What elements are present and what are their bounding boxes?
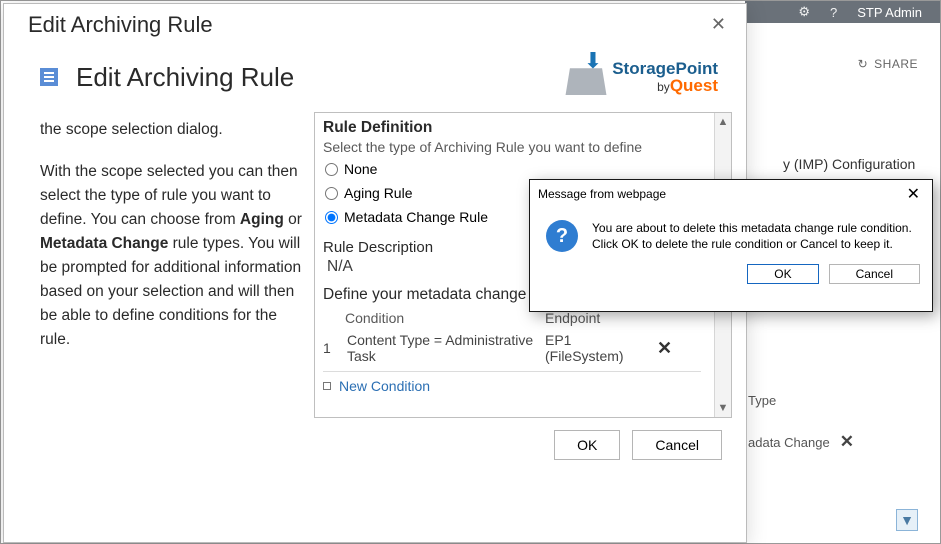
question-icon: ?: [546, 220, 578, 252]
cancel-button[interactable]: Cancel: [632, 430, 722, 460]
close-icon[interactable]: ✕: [840, 432, 854, 452]
msgbox-cancel-button[interactable]: Cancel: [829, 264, 920, 284]
radio-metadata-label: Metadata Change Rule: [344, 209, 488, 225]
msgbox-title: Message from webpage: [538, 187, 666, 201]
brand-company: Quest: [670, 76, 718, 95]
radio-none[interactable]: None: [325, 161, 701, 177]
document-icon: [40, 68, 58, 86]
square-icon: [323, 382, 331, 390]
new-condition-link[interactable]: New Condition: [339, 378, 430, 394]
condition-index: 1: [323, 332, 341, 356]
condition-row: 1 Content Type = Administrative Task EP1…: [323, 326, 701, 372]
background-rule-table: Type adata Change ✕: [748, 393, 854, 476]
ok-button[interactable]: OK: [554, 430, 620, 460]
brand-name: StoragePoint: [612, 60, 718, 77]
rule-definition-subtext: Select the type of Archiving Rule you wa…: [323, 139, 701, 155]
help-text-2: With the scope selected you can then sel…: [40, 160, 302, 352]
msgbox-ok-button[interactable]: OK: [747, 264, 818, 284]
dialog-title: Edit Archiving Rule: [28, 12, 213, 38]
condition-text: Content Type = Administrative Task: [347, 332, 539, 364]
share-link[interactable]: ↻ SHARE: [858, 57, 918, 71]
radio-aging-label: Aging Rule: [344, 185, 413, 201]
msgbox-text: You are about to delete this metadata ch…: [592, 220, 912, 252]
refresh-icon: ↻: [858, 57, 869, 71]
arrow-down-icon: ⬇: [584, 48, 602, 74]
app-topbar: ⚙ ? STP Admin: [745, 1, 940, 23]
dialog-close-button[interactable]: ✕: [705, 12, 732, 37]
brand-logo: ⬇ StoragePoint byQuest: [568, 60, 718, 94]
brand-by: by: [657, 80, 670, 94]
background-page-title: y (IMP) Configuration: [783, 156, 915, 172]
scroll-up-arrow-icon[interactable]: ▲: [715, 113, 731, 131]
bg-type-row: adata Change ✕: [748, 432, 854, 452]
share-label: SHARE: [874, 57, 918, 71]
confirm-delete-dialog: Message from webpage ✕ ? You are about t…: [529, 179, 933, 312]
radio-none-label: None: [344, 161, 377, 177]
remove-condition-button[interactable]: ✕: [651, 332, 678, 365]
user-label: STP Admin: [857, 5, 922, 20]
col-endpoint: Endpoint: [545, 310, 655, 326]
conditions-table: Condition Endpoint 1 Content Type = Admi…: [323, 310, 701, 394]
bg-type-header: Type: [748, 393, 854, 408]
msgbox-close-button[interactable]: ✕: [903, 184, 924, 204]
help-text-1: the scope selection dialog.: [40, 118, 302, 142]
scroll-down-arrow-icon[interactable]: ▼: [715, 399, 731, 417]
rule-definition-heading: Rule Definition: [323, 119, 701, 137]
new-condition-row: New Condition: [323, 378, 701, 394]
gear-icon[interactable]: ⚙: [798, 4, 810, 20]
condition-endpoint: EP1 (FileSystem): [545, 332, 645, 364]
radio-none-input[interactable]: [325, 163, 338, 176]
help-icon[interactable]: ?: [830, 5, 837, 20]
dialog-heading: Edit Archiving Rule: [76, 62, 294, 93]
radio-metadata-input[interactable]: [325, 211, 338, 224]
radio-aging-input[interactable]: [325, 187, 338, 200]
expand-chevron-button[interactable]: ▼: [896, 509, 918, 531]
col-condition: Condition: [345, 310, 545, 326]
help-text-panel: the scope selection dialog. With the sco…: [18, 112, 314, 418]
